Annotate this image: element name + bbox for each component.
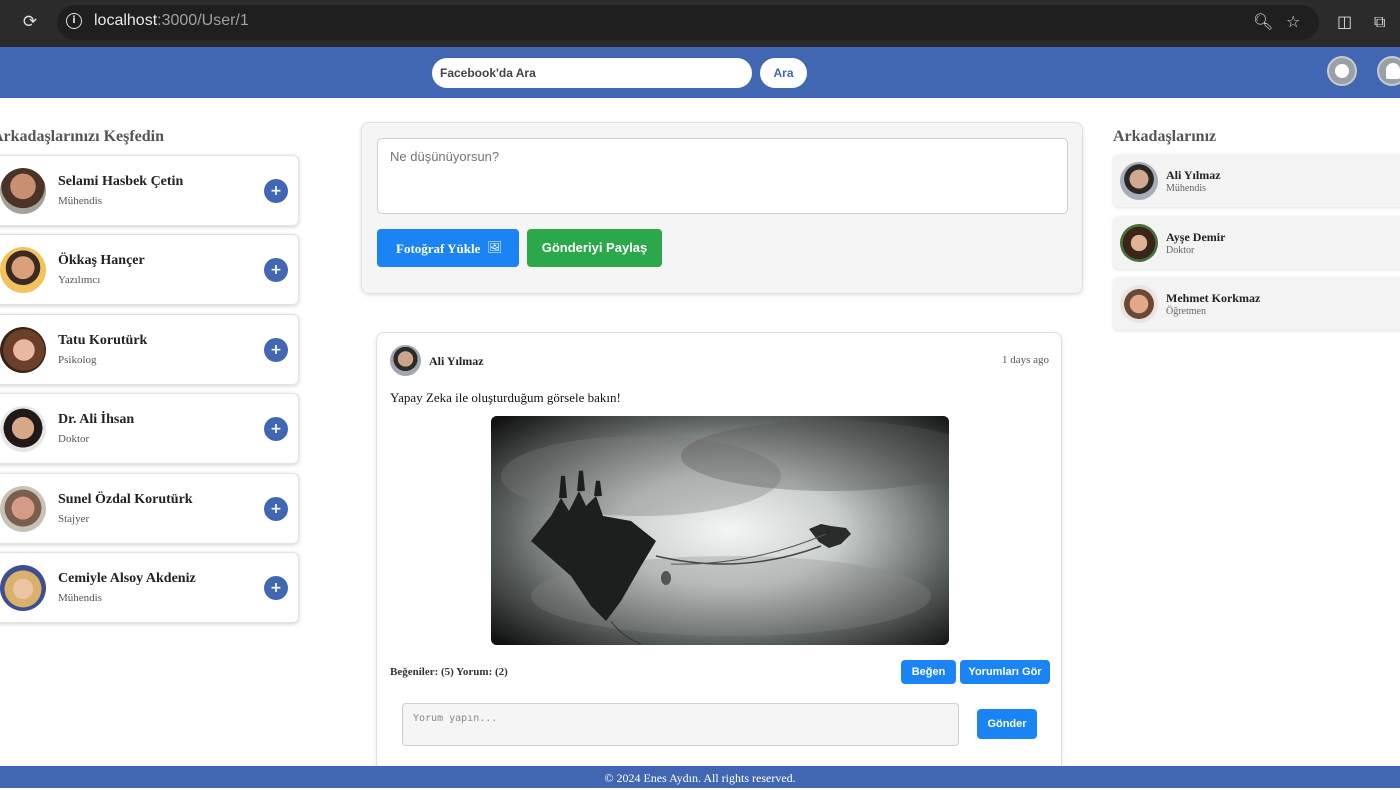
post-image[interactable]	[491, 416, 949, 645]
post-composer: Ne düşünüyorsun? Fotoğraf Yükle 🖼 Gönder…	[361, 122, 1083, 294]
search-button[interactable]: Ara	[760, 58, 807, 88]
friend-job: Doktor	[1166, 245, 1195, 256]
add-friend-button[interactable]: +	[264, 179, 288, 203]
suggestion-name: Tatu Korutürk	[58, 333, 148, 348]
comment-input[interactable]: Yorum yapın...	[402, 703, 959, 746]
post-text: Yapay Zeka ile oluşturduğum görsele bakı…	[390, 390, 621, 405]
suggestion-job: Stajyer	[58, 513, 90, 525]
suggestion-card: Sunel Özdal Korutürk Stajyer +	[0, 473, 299, 544]
avatar	[1120, 285, 1158, 323]
friend-card[interactable]: Ali Yılmaz Mühendis	[1113, 154, 1400, 207]
avatar	[0, 168, 46, 214]
messenger-icon[interactable]	[1327, 56, 1357, 86]
floating-islands-image	[491, 416, 949, 645]
upload-photo-label: Fotoğraf Yükle	[396, 241, 481, 256]
friend-name: Ayşe Demir	[1166, 230, 1226, 244]
share-post-button[interactable]: Gönderiyi Paylaş	[527, 229, 662, 267]
like-button[interactable]: Beğen	[901, 660, 956, 684]
suggestion-name: Dr. Ali İhsan	[58, 412, 135, 427]
suggestion-card: Selami Hasbek Çetin Mühendis +	[0, 155, 299, 226]
extension-icon[interactable]: ◫	[1337, 12, 1352, 32]
post-card: Ali Yılmaz 1 days ago Yapay Zeka ile olu…	[376, 332, 1062, 782]
avatar	[0, 327, 46, 373]
avatar	[1120, 162, 1158, 200]
post-author[interactable]: Ali Yılmaz	[429, 354, 484, 369]
post-textarea[interactable]: Ne düşünüyorsun?	[377, 138, 1068, 214]
friend-name: Ali Yılmaz	[1166, 168, 1221, 182]
add-friend-button[interactable]: +	[264, 576, 288, 600]
avatar	[390, 345, 421, 376]
puzzle-icon[interactable]: ⧉	[1374, 12, 1385, 32]
avatar	[0, 406, 46, 452]
search-input[interactable]: Facebook'da Ara	[432, 58, 752, 88]
avatar	[0, 247, 46, 293]
suggestion-job: Psikolog	[58, 354, 97, 366]
suggestion-job: Mühendis	[58, 195, 102, 207]
post-time: 1 days ago	[1001, 354, 1049, 366]
suggestion-job: Doktor	[58, 433, 90, 445]
friend-card[interactable]: Ayşe Demir Doktor	[1113, 216, 1400, 269]
url-path: :3000/User/1	[157, 12, 249, 29]
reload-icon[interactable]: ⟳	[19, 11, 41, 33]
add-friend-button[interactable]: +	[264, 258, 288, 282]
friend-job: Öğretmen	[1166, 306, 1206, 317]
friend-job: Mühendis	[1166, 183, 1206, 194]
image-icon: 🖼	[487, 240, 503, 254]
suggestion-name: Sunel Özdal Korutürk	[58, 492, 193, 507]
discover-title: Arkadaşlarınızı Keşfedin	[0, 128, 165, 145]
url-host: localhost	[94, 12, 158, 29]
avatar	[0, 565, 46, 611]
suggestion-name: Ökkaş Hançer	[58, 253, 145, 268]
site-header: Facebook'da Ara Ara	[0, 47, 1400, 98]
upload-photo-button[interactable]: Fotoğraf Yükle 🖼	[377, 229, 519, 267]
suggestion-job: Mühendis	[58, 592, 102, 604]
avatar	[0, 486, 46, 532]
suggestion-name: Cemiyle Alsoy Akdeniz	[58, 571, 196, 586]
site-info-icon[interactable]: i	[66, 13, 82, 29]
post-stats: Beğeniler: (5) Yorum: (2)	[390, 666, 508, 678]
add-friend-button[interactable]: +	[264, 338, 288, 362]
add-friend-button[interactable]: +	[264, 417, 288, 441]
send-comment-button[interactable]: Gönder	[977, 709, 1037, 739]
suggestion-card: Ökkaş Hançer Yazılımcı +	[0, 234, 299, 305]
suggestion-card: Dr. Ali İhsan Doktor +	[0, 393, 299, 464]
star-icon[interactable]: ☆	[1286, 12, 1300, 32]
friends-title: Arkadaşlarınız	[1113, 128, 1217, 145]
view-comments-button[interactable]: Yorumları Gör	[960, 660, 1050, 684]
url-text[interactable]: localhost:3000/User/1	[94, 12, 249, 30]
suggestion-job: Yazılımcı	[58, 274, 101, 286]
suggestion-card: Cemiyle Alsoy Akdeniz Mühendis +	[0, 552, 299, 623]
friend-name: Mehmet Korkmaz	[1166, 291, 1261, 305]
suggestion-card: Tatu Korutürk Psikolog +	[0, 314, 299, 385]
suggestion-name: Selami Hasbek Çetin	[58, 174, 184, 189]
notification-bell-icon[interactable]	[1377, 56, 1400, 86]
avatar	[1120, 224, 1158, 262]
site-footer: © 2024 Enes Aydın. All rights reserved.	[0, 766, 1400, 788]
zoom-icon[interactable]: 🔍︎	[1253, 12, 1273, 32]
add-friend-button[interactable]: +	[264, 497, 288, 521]
friend-card[interactable]: Mehmet Korkmaz Öğretmen	[1113, 277, 1400, 330]
browser-toolbar: ⟳ i localhost:3000/User/1 🔍︎ ☆ ◫ ⧉	[0, 0, 1400, 47]
